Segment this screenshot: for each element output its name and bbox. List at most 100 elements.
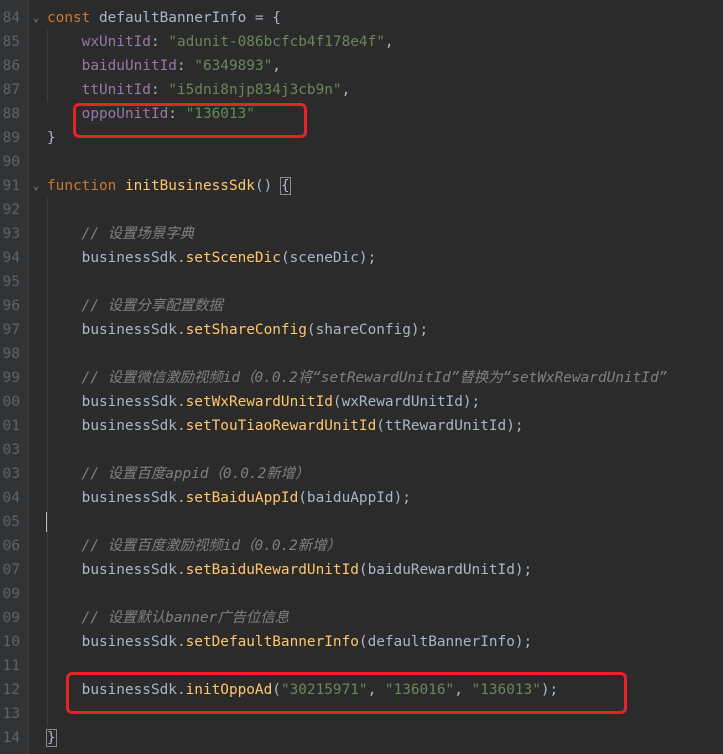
line-number: 06 <box>2 538 20 554</box>
code-text: businessSdk.setTouTiaoRewardUnitId(ttRew… <box>47 414 524 438</box>
line-number: 91 <box>2 178 20 194</box>
code-line[interactable]: 96 // 设置分享配置数据 <box>0 294 723 318</box>
code-token: (baiduRewardUnitId); <box>358 562 533 578</box>
code-line[interactable]: 94 businessSdk.setSceneDic(sceneDic); <box>0 246 723 270</box>
code-text: businessSdk.setDefaultBannerInfo(default… <box>47 630 533 654</box>
code-line[interactable]: 99 // 设置微信激励视频id（0.0.2将“setRewardUnitId”… <box>0 366 723 390</box>
code-text: } <box>46 726 57 750</box>
fold-chevron-icon[interactable]: ⌄ <box>30 174 42 198</box>
line-number: 04 <box>2 490 20 506</box>
code-text: // 设置百度激励视频id（0.0.2新增） <box>47 534 341 558</box>
code-token: (sceneDic); <box>280 250 377 266</box>
code-token: (wxRewardUnitId); <box>332 394 481 410</box>
code-token: setBaiduAppId <box>185 490 299 506</box>
line-number: 84 <box>2 10 20 26</box>
code-token: function <box>47 178 125 194</box>
code-token: setSceneDic <box>185 250 281 266</box>
code-line[interactable]: 93 // 设置场景字典 <box>0 222 723 246</box>
code-line[interactable]: 09 // 设置默认banner广告位信息 <box>0 606 723 630</box>
code-line[interactable]: 07 businessSdk.setBaiduRewardUnitId(baid… <box>0 558 723 582</box>
code-token: baiduUnitId <box>81 58 177 74</box>
line-number: 05 <box>2 514 20 530</box>
line-number: 03 <box>2 466 20 482</box>
code-line[interactable]: 03 // 设置百度appid（0.0.2新增） <box>0 462 723 486</box>
code-token: () <box>254 178 281 194</box>
code-line[interactable]: 91 ⌄ function initBusinessSdk() { <box>0 174 723 198</box>
code-text: ttUnitId: "i5dni8njp834j3cb9n", <box>47 78 351 102</box>
code-token: businessSdk. <box>47 562 186 578</box>
code-token: (ttRewardUnitId); <box>376 418 524 434</box>
line-number: 89 <box>2 130 20 146</box>
code-token: businessSdk. <box>47 250 186 266</box>
code-text: wxUnitId: "adunit-086bcfcb4f178e4f", <box>47 30 394 54</box>
code-token: // 设置分享配置数据 <box>81 298 223 314</box>
code-token: defaultBannerInfo = { <box>98 10 281 26</box>
fold-chevron-icon[interactable]: ⌄ <box>30 6 42 30</box>
code-line[interactable]: 95 <box>0 270 723 294</box>
line-number: 07 <box>2 562 20 578</box>
code-line[interactable]: 97 businessSdk.setShareConfig(shareConfi… <box>0 318 723 342</box>
code-token: businessSdk. <box>47 634 186 650</box>
line-number: 96 <box>2 298 20 314</box>
code-line[interactable]: 04 businessSdk.setBaiduAppId(baiduAppId)… <box>0 486 723 510</box>
code-text: businessSdk.setShareConfig(shareConfig); <box>47 318 429 342</box>
code-token: "adunit-086bcfcb4f178e4f" <box>168 34 385 50</box>
line-number: 92 <box>2 202 20 218</box>
code-line[interactable]: 85 wxUnitId: "adunit-086bcfcb4f178e4f", <box>0 30 723 54</box>
line-number: 97 <box>2 322 20 338</box>
code-text: const defaultBannerInfo = { <box>47 6 281 30</box>
code-line[interactable]: 03 <box>0 438 723 462</box>
code-token: initBusinessSdk <box>124 178 255 194</box>
code-token: : <box>176 58 195 74</box>
code-token: // 设置默认banner广告位信息 <box>81 610 290 626</box>
line-number: 03 <box>2 442 20 458</box>
line-number: 09 <box>2 586 20 602</box>
code-line[interactable]: 06 // 设置百度激励视频id（0.0.2新增） <box>0 534 723 558</box>
line-number: 09 <box>2 610 20 626</box>
code-line[interactable]: 00 businessSdk.setWxRewardUnitId(wxRewar… <box>0 390 723 414</box>
line-number: 00 <box>2 394 20 410</box>
line-number: 93 <box>2 226 20 242</box>
code-token: setDefaultBannerInfo <box>185 634 359 650</box>
line-number: 99 <box>2 370 20 386</box>
code-text: // 设置默认banner广告位信息 <box>47 606 290 630</box>
line-number: 86 <box>2 58 20 74</box>
code-line[interactable]: 05 <box>0 510 723 534</box>
code-token: setTouTiaoRewardUnitId <box>185 418 377 434</box>
code-token: // 设置场景字典 <box>81 226 194 242</box>
code-token: wxUnitId <box>81 34 151 50</box>
line-number: 98 <box>2 346 20 362</box>
code-line[interactable]: 09 <box>0 582 723 606</box>
code-text: // 设置分享配置数据 <box>47 294 223 318</box>
code-line[interactable]: 92 <box>0 198 723 222</box>
code-line[interactable]: 86 baiduUnitId: "6349893", <box>0 54 723 78</box>
code-line[interactable]: 14} <box>0 726 723 750</box>
code-line[interactable]: 84 ⌄ const defaultBannerInfo = { <box>0 6 723 30</box>
code-token: // 设置微信激励视频id（0.0.2将“setRewardUnitId”替换为… <box>81 370 668 386</box>
code-text: businessSdk.setWxRewardUnitId(wxRewardUn… <box>47 390 481 414</box>
code-line[interactable]: 90 <box>0 150 723 174</box>
highlight-box-init-oppo-ad <box>66 672 627 714</box>
code-line[interactable]: 10 businessSdk.setDefaultBannerInfo(defa… <box>0 630 723 654</box>
indent-guide <box>47 30 48 102</box>
line-number: 95 <box>2 274 20 290</box>
code-editor[interactable]: 84 ⌄ const defaultBannerInfo = {85 wxUnitI… <box>0 0 723 754</box>
code-token: setBaiduRewardUnitId <box>185 562 359 578</box>
code-text: function initBusinessSdk() { <box>47 174 291 198</box>
code-text: businessSdk.setBaiduRewardUnitId(baiduRe… <box>47 558 533 582</box>
code-line[interactable]: 98 <box>0 342 723 366</box>
line-number: 88 <box>2 106 20 122</box>
code-line[interactable]: 01 businessSdk.setTouTiaoRewardUnitId(tt… <box>0 414 723 438</box>
code-token: "6349893" <box>194 58 273 74</box>
code-text: // 设置场景字典 <box>47 222 194 246</box>
code-token: setWxRewardUnitId <box>185 394 333 410</box>
code-line[interactable]: 87 ttUnitId: "i5dni8njp834j3cb9n", <box>0 78 723 102</box>
